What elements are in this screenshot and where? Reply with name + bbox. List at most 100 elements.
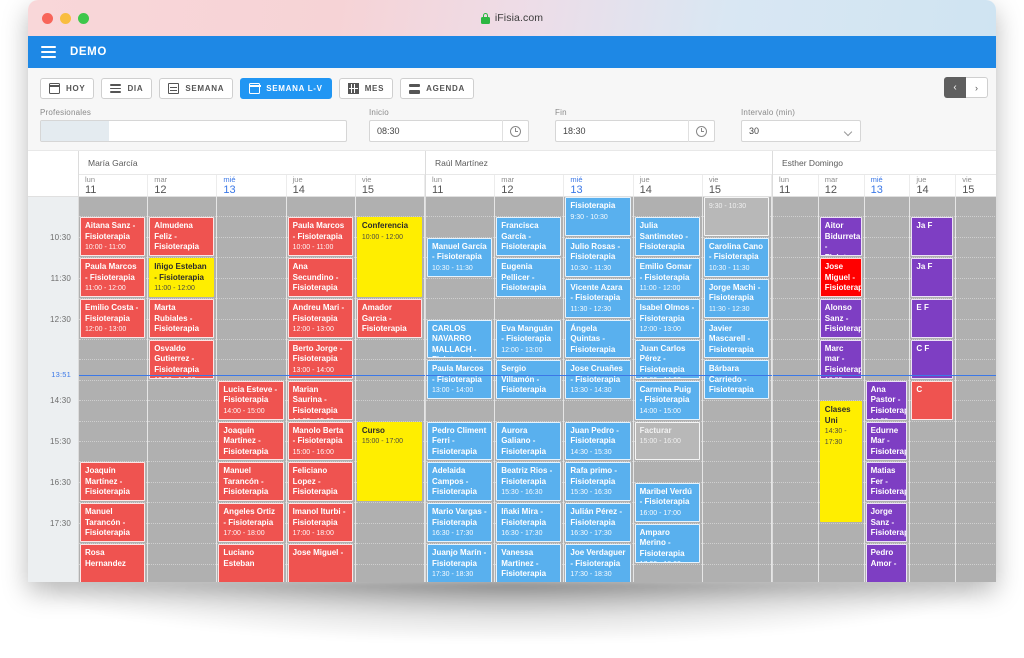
calendar-event[interactable]: Julio Rosas - Fisioterapia 10:30 - 11:30 xyxy=(565,237,631,277)
time-slot[interactable] xyxy=(910,482,956,504)
calendar-event[interactable]: Jose Cruañes - Fisioterapia 13:30 - 14:30 xyxy=(565,360,631,400)
profesionales-chip[interactable] xyxy=(41,121,109,141)
time-slot[interactable] xyxy=(956,462,996,483)
time-slot[interactable] xyxy=(217,197,286,218)
time-slot[interactable] xyxy=(426,278,495,300)
calendar-event[interactable]: Mario Vargas - Fisioterapia 16:30 - 17:30 xyxy=(427,503,493,543)
time-slot[interactable] xyxy=(773,299,818,320)
calendar-event[interactable]: CARLOS NAVARRO MALLACH - Fisioterapia xyxy=(427,319,493,359)
time-slot[interactable] xyxy=(79,442,148,463)
time-slot[interactable] xyxy=(148,564,217,582)
time-slot[interactable] xyxy=(773,237,818,259)
time-slot[interactable] xyxy=(773,482,818,504)
time-slot[interactable] xyxy=(79,339,148,361)
time-slot[interactable] xyxy=(773,217,818,238)
clock-icon-fin[interactable] xyxy=(688,120,714,142)
calendar-event[interactable]: Ángela Quintas - Fisioterapia 12:30 - 13:… xyxy=(565,319,631,359)
time-slot[interactable] xyxy=(956,217,996,238)
time-slot[interactable] xyxy=(864,278,910,300)
calendar-event[interactable]: Marta Rubiales - Fisioterapia 12:00 - 13:… xyxy=(149,299,215,338)
calendar-event[interactable]: Aitana Sanz - Fisioterapia 10:00 - 11:00 xyxy=(80,217,146,257)
day-column[interactable]: Ja F Ja F E F C F C xyxy=(910,197,957,582)
calendar-event[interactable]: Curso 15:00 - 17:00 xyxy=(356,421,423,502)
day-header-lun-11[interactable]: lun 11 xyxy=(426,175,496,197)
day-column[interactable]: Paula Marcos - Fisioterapia 10:00 - 11:00… xyxy=(286,197,356,582)
time-slot[interactable] xyxy=(956,401,996,422)
view-button-hoy[interactable]: HOY xyxy=(40,78,95,99)
calendar-event[interactable]: Ana Secundino - Fisioterapia 11:00 - 12:0… xyxy=(287,258,353,298)
day-header-mié-13[interactable]: mié 13 xyxy=(564,175,634,197)
calendar-event[interactable]: Osvaldo Gutierrez - Fisioterapia 13:00 - … xyxy=(149,339,215,379)
time-slot[interactable] xyxy=(148,380,217,402)
day-column[interactable]: Almudena Feliz - Fisioterapia 10:00 - 11:… xyxy=(148,197,218,582)
time-slot[interactable] xyxy=(702,564,772,582)
time-slot[interactable] xyxy=(426,197,495,218)
prev-period-button[interactable]: ‹ xyxy=(944,77,966,98)
next-period-button[interactable]: › xyxy=(966,77,988,98)
calendar-event[interactable]: Imanol Iturbi - Fisioterapia 17:00 - 18:0… xyxy=(287,503,353,543)
time-slot[interactable] xyxy=(910,523,956,545)
day-header-mar-12[interactable]: mar 12 xyxy=(818,175,865,197)
calendar-event[interactable]: Almudena Feliz - Fisioterapia 10:00 - 11:… xyxy=(149,217,215,257)
time-slot[interactable] xyxy=(495,299,564,320)
time-slot[interactable] xyxy=(956,544,996,565)
time-slot[interactable] xyxy=(818,564,864,582)
time-slot[interactable] xyxy=(773,278,818,300)
calendar-event[interactable]: Jorge Sanz - Fisioterapia 17:00 - 18:00 xyxy=(865,503,908,543)
time-slot[interactable] xyxy=(910,421,956,443)
time-slot[interactable] xyxy=(773,319,818,340)
time-slot[interactable] xyxy=(773,197,818,218)
time-slot[interactable] xyxy=(956,503,996,524)
day-column[interactable]: Fisioterapia 9:30 - 10:30 Julio Rosas - Fi… xyxy=(564,197,634,582)
day-header-lun-11[interactable]: lun 11 xyxy=(773,175,819,197)
view-button-semana-l-v[interactable]: SEMANA L-V xyxy=(240,78,332,99)
time-slot[interactable] xyxy=(956,421,996,443)
time-slot[interactable] xyxy=(148,401,217,422)
time-slot[interactable] xyxy=(818,523,864,545)
time-slot[interactable] xyxy=(702,482,772,504)
profesionales-input[interactable] xyxy=(40,120,347,142)
time-slot[interactable] xyxy=(956,197,996,218)
time-slot[interactable] xyxy=(217,339,286,361)
calendar-event[interactable]: Lucia Esteve - Fisioterapia 14:00 - 15:00 xyxy=(218,380,284,420)
view-button-agenda[interactable]: AGENDA xyxy=(400,78,474,99)
time-slot[interactable] xyxy=(910,503,956,524)
day-column[interactable]: Francisca García - Fisioterapia 10:00 - 1… xyxy=(495,197,565,582)
time-slot[interactable] xyxy=(864,339,910,361)
day-header-lun-11[interactable]: lun 11 xyxy=(79,175,149,197)
calendar-event[interactable]: Juanjo Marín - Fisioterapia 17:30 - 18:30 xyxy=(427,544,493,582)
view-button-mes[interactable]: MES xyxy=(338,78,394,99)
calendar-event[interactable]: Beatriz Rios - Fisioterapia 15:30 - 16:30 xyxy=(496,462,562,502)
time-slot[interactable] xyxy=(773,360,818,381)
time-slot[interactable] xyxy=(702,523,772,545)
time-slot[interactable] xyxy=(702,421,772,443)
time-slot[interactable] xyxy=(956,442,996,463)
calendar-event[interactable]: Isabel Olmos - Fisioterapia 12:00 - 13:00 xyxy=(634,299,700,338)
calendar-event[interactable]: Clases Uni 14:30 - 17:30 xyxy=(819,401,862,522)
calendar-event[interactable]: Bárbara Carriedo - Fisioterapia 13:30 - 1… xyxy=(703,360,770,400)
time-slot[interactable] xyxy=(217,258,286,279)
calendar-event[interactable]: Angeles Ortiz - Fisioterapia 17:00 - 18:0… xyxy=(218,503,284,543)
calendar-event[interactable]: Pedro Climent Ferri - Fisioterapia14:30 … xyxy=(427,421,493,461)
time-slot[interactable] xyxy=(864,197,910,218)
calendar-event[interactable]: Joe Verdaguer - Fisioterapia 17:30 - 18:3… xyxy=(565,544,631,582)
time-slot[interactable] xyxy=(864,237,910,259)
time-slot[interactable] xyxy=(773,401,818,422)
calendar-event[interactable]: Javier Mascarell - Fisioterapia 12:30 - 1… xyxy=(703,319,770,359)
time-slot[interactable] xyxy=(79,360,148,381)
time-slot[interactable] xyxy=(864,360,910,381)
day-column[interactable]: Julia Santimoteo - Fisioterapia 10:00 - 1… xyxy=(633,197,703,582)
time-slot[interactable] xyxy=(495,401,564,422)
calendar-event[interactable]: Joaquín Martínez - Fisioterapia15:00 - 1… xyxy=(218,421,284,461)
day-header-mar-12[interactable]: mar 12 xyxy=(148,175,218,197)
calendar-event[interactable]: Manuel Tarancón - Fisioterapia 17:00 - 18… xyxy=(80,503,146,543)
calendar-event[interactable]: Carolina Cano - Fisioterapia 10:30 - 11:3… xyxy=(703,237,770,277)
time-slot[interactable] xyxy=(217,237,286,259)
time-slot[interactable] xyxy=(910,442,956,463)
time-slot[interactable] xyxy=(864,299,910,320)
time-slot[interactable] xyxy=(148,421,217,443)
hamburger-icon[interactable] xyxy=(41,46,56,58)
day-column[interactable]: Lucia Esteve - Fisioterapia 14:00 - 15:00… xyxy=(217,197,287,582)
time-slot[interactable] xyxy=(355,544,425,565)
time-slot[interactable] xyxy=(956,237,996,259)
